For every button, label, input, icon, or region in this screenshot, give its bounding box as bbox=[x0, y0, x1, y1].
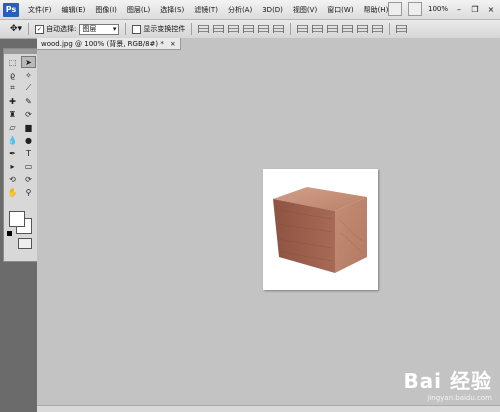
photoshop-logo-icon: Ps bbox=[3, 2, 19, 17]
divider bbox=[28, 23, 30, 35]
pen-tool-icon[interactable]: ✒ bbox=[5, 147, 20, 159]
menubar-right-controls: 100% – ❐ × bbox=[387, 2, 496, 16]
auto-select-dropdown[interactable]: 图层 ▾ bbox=[79, 23, 120, 35]
chevron-down-icon: ▾ bbox=[112, 25, 117, 33]
brush-tool-icon[interactable]: ✎ bbox=[21, 95, 36, 107]
zoom-tool-icon[interactable]: ⚲ bbox=[21, 186, 36, 198]
menu-layer[interactable]: 图层(L) bbox=[122, 5, 155, 15]
clone-stamp-tool-icon[interactable]: ♜ bbox=[5, 108, 20, 120]
menu-view[interactable]: 视图(V) bbox=[288, 5, 322, 15]
type-tool-icon[interactable]: T bbox=[21, 147, 36, 159]
marquee-tool-icon[interactable]: ⬚ bbox=[5, 56, 20, 68]
close-tab-icon[interactable]: × bbox=[170, 40, 176, 48]
path-selection-tool-icon[interactable]: ▸ bbox=[5, 160, 20, 172]
menu-window[interactable]: 窗口(W) bbox=[322, 5, 358, 15]
restore-icon[interactable]: ❐ bbox=[470, 4, 480, 14]
foreground-color-swatch[interactable] bbox=[9, 211, 25, 227]
menu-filter[interactable]: 滤镜(T) bbox=[189, 5, 223, 15]
magic-wand-tool-icon[interactable]: ✧ bbox=[21, 69, 36, 81]
options-bar: ✥▾ ✓ 自动选择: 图层 ▾ 显示变换控件 bbox=[0, 20, 500, 39]
divider bbox=[125, 23, 127, 35]
auto-select-value: 图层 bbox=[82, 25, 97, 33]
eyedropper-tool-icon[interactable]: ⟋ bbox=[21, 82, 36, 94]
menu-file[interactable]: 文件(F) bbox=[23, 5, 57, 15]
divider bbox=[389, 23, 391, 35]
document-tab-title: wood.jpg @ 100% (背景, RGB/8#) * bbox=[41, 39, 164, 48]
align-buttons bbox=[198, 25, 285, 33]
status-bar bbox=[37, 405, 500, 412]
move-tool-icon[interactable]: ➤ bbox=[21, 56, 36, 68]
distribute-left-icon[interactable] bbox=[342, 25, 354, 33]
minimize-icon[interactable]: – bbox=[454, 4, 464, 14]
wood-cube-image bbox=[273, 187, 367, 273]
distribute-right-icon[interactable] bbox=[372, 25, 384, 33]
document-window: wood.jpg @ 100% (背景, RGB/8#) * × Bai 经验 … bbox=[37, 38, 500, 412]
image-canvas[interactable] bbox=[263, 169, 378, 290]
shape-tool-icon[interactable]: ▭ bbox=[21, 160, 36, 172]
bridge-icon[interactable] bbox=[387, 2, 402, 16]
align-bottom-icon[interactable] bbox=[228, 25, 240, 33]
auto-select-checkbox[interactable]: ✓ bbox=[35, 24, 45, 34]
auto-align-icon[interactable] bbox=[396, 25, 408, 33]
toolbox: ⬚ ➤ ϱ ✧ ⌗ ⟋ ✚ ✎ ♜ ⟳ ▱ ▆ 💧 ● ✒ T ▸ ▭ ⟲ ⟳ … bbox=[3, 48, 39, 262]
watermark-logo: Bai 经验 bbox=[403, 369, 492, 393]
3d-rotate-tool-icon[interactable]: ⟲ bbox=[5, 173, 20, 185]
zoom-level[interactable]: 100% bbox=[428, 5, 448, 13]
auto-select-label: 自动选择: bbox=[46, 25, 77, 33]
history-brush-tool-icon[interactable]: ⟳ bbox=[21, 108, 36, 120]
hand-tool-icon[interactable]: ✋ bbox=[5, 186, 20, 198]
show-transform-checkbox[interactable] bbox=[132, 24, 142, 34]
distribute-vcenter-icon[interactable] bbox=[312, 25, 324, 33]
healing-brush-tool-icon[interactable]: ✚ bbox=[5, 95, 20, 107]
menu-select[interactable]: 选择(S) bbox=[155, 5, 189, 15]
menu-image[interactable]: 图像(I) bbox=[90, 5, 122, 15]
divider bbox=[191, 23, 193, 35]
screen-mode-icon[interactable] bbox=[407, 2, 422, 16]
distribute-top-icon[interactable] bbox=[297, 25, 309, 33]
move-tool-preset-icon[interactable]: ✥▾ bbox=[10, 24, 22, 34]
crop-tool-icon[interactable]: ⌗ bbox=[5, 82, 20, 94]
close-icon[interactable]: × bbox=[486, 4, 496, 14]
menu-3d[interactable]: 3D(D) bbox=[257, 6, 288, 14]
distribute-buttons bbox=[297, 25, 384, 33]
default-colors-icon[interactable] bbox=[7, 231, 12, 236]
align-vcenter-icon[interactable] bbox=[213, 25, 225, 33]
align-right-icon[interactable] bbox=[273, 25, 285, 33]
watermark: Bai 经验 jingyan.baidu.com bbox=[403, 365, 492, 402]
menu-edit[interactable]: 编辑(E) bbox=[57, 5, 91, 15]
document-tab[interactable]: wood.jpg @ 100% (背景, RGB/8#) * × bbox=[37, 38, 181, 50]
lasso-tool-icon[interactable]: ϱ bbox=[5, 69, 20, 81]
show-transform-label: 显示变换控件 bbox=[143, 25, 186, 33]
dodge-tool-icon[interactable]: ● bbox=[21, 134, 36, 146]
distribute-hcenter-icon[interactable] bbox=[357, 25, 369, 33]
divider bbox=[290, 23, 292, 35]
align-top-icon[interactable] bbox=[198, 25, 210, 33]
distribute-bottom-icon[interactable] bbox=[327, 25, 339, 33]
quick-mask-icon[interactable] bbox=[18, 238, 32, 249]
watermark-url: jingyan.baidu.com bbox=[427, 394, 492, 402]
align-left-icon[interactable] bbox=[243, 25, 255, 33]
gradient-tool-icon[interactable]: ▆ bbox=[21, 121, 36, 133]
blur-tool-icon[interactable]: 💧 bbox=[5, 134, 20, 146]
menu-bar: Ps 文件(F) 编辑(E) 图像(I) 图层(L) 选择(S) 滤镜(T) 分… bbox=[0, 0, 500, 20]
eraser-tool-icon[interactable]: ▱ bbox=[5, 121, 20, 133]
3d-orbit-tool-icon[interactable]: ⟳ bbox=[21, 173, 36, 185]
menu-analysis[interactable]: 分析(A) bbox=[223, 5, 257, 15]
align-hcenter-icon[interactable] bbox=[258, 25, 270, 33]
